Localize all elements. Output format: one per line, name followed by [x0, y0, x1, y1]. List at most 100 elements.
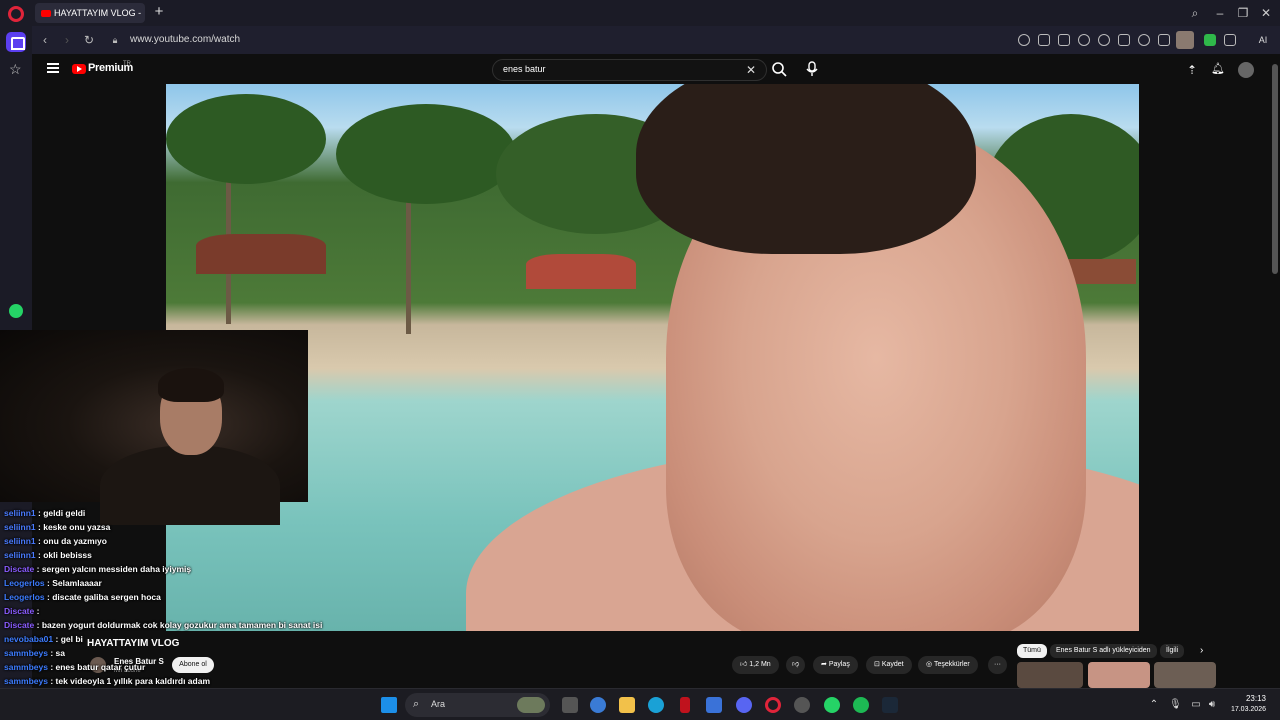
chat-username[interactable]: seliinn1	[4, 536, 36, 546]
chat-message: Discate :	[4, 606, 39, 616]
file-explorer-icon[interactable]	[619, 697, 635, 713]
chip-related[interactable]: İlgili	[1160, 644, 1185, 658]
spotify-icon[interactable]	[853, 697, 869, 713]
chat-username[interactable]: seliinn1	[4, 508, 36, 518]
task-view-icon[interactable]	[562, 697, 578, 713]
youtube-favicon-icon	[41, 10, 51, 18]
chat-username[interactable]: Discate	[4, 606, 34, 616]
edge-icon[interactable]	[648, 697, 664, 713]
forward-button[interactable]: ›	[58, 31, 76, 49]
whatsapp-icon[interactable]	[9, 304, 23, 318]
reload-icon[interactable]: ↻	[80, 31, 98, 49]
notifications-bell-icon[interactable]: 🔔︎	[1211, 62, 1225, 75]
home-icon[interactable]	[6, 32, 26, 52]
tray-chevron-icon[interactable]: ⌃	[1148, 699, 1160, 711]
opera-logo-icon[interactable]	[8, 6, 24, 22]
chat-text: sergen yalcın messiden daha iyiymiş	[41, 564, 192, 574]
steam-icon[interactable]	[882, 697, 898, 713]
discord-icon[interactable]	[736, 697, 752, 713]
account-avatar[interactable]	[1238, 62, 1254, 78]
search-button[interactable]	[770, 60, 790, 80]
heart-icon[interactable]	[1138, 34, 1150, 46]
dislike-button[interactable]: 👎︎	[786, 656, 806, 674]
chat-username[interactable]: seliinn1	[4, 522, 36, 532]
chat-text: bazen yogurt doldurmak cok kolay gozukur…	[41, 620, 323, 630]
clock-icon[interactable]	[1098, 34, 1110, 46]
chevron-right-icon[interactable]: ›	[1200, 645, 1203, 656]
microphone-icon[interactable]: 🎙︎	[1169, 699, 1182, 711]
share-button[interactable]: ➦ Paylaş	[813, 656, 858, 674]
edit-icon[interactable]	[1038, 34, 1050, 46]
thanks-button[interactable]: ◎ Teşekkürler	[918, 656, 978, 674]
chat-username[interactable]: Leogerlos	[4, 578, 45, 588]
mail-icon[interactable]	[706, 697, 722, 713]
taskbar-search-input[interactable]: ⌕ Ara	[405, 693, 550, 717]
tab-search-icon[interactable]: ⌕	[1185, 4, 1205, 22]
profile-avatar[interactable]	[1176, 31, 1194, 49]
hamburger-menu-icon[interactable]	[47, 63, 59, 73]
chat-username[interactable]: nevobaba01	[4, 634, 53, 644]
youtube-logo-icon[interactable]	[72, 64, 86, 74]
chat-separator: :	[47, 648, 56, 658]
maximize-button[interactable]: ❐	[1233, 4, 1253, 22]
settings-icon[interactable]	[794, 697, 810, 713]
shield-icon[interactable]	[1078, 34, 1090, 46]
camera-icon[interactable]	[1058, 34, 1070, 46]
chat-username[interactable]: seliinn1	[4, 550, 36, 560]
chat-message: Discate : sergen yalcın messiden daha iy…	[4, 564, 191, 574]
chip-from-uploader[interactable]: Enes Batur S adlı yükleyiciden	[1050, 644, 1157, 658]
chat-username[interactable]: Leogerlos	[4, 592, 45, 602]
zoom-icon[interactable]	[1018, 34, 1030, 46]
lock-icon: 🔒︎	[112, 35, 118, 45]
back-button[interactable]: ‹	[36, 31, 54, 49]
download-icon[interactable]	[1158, 34, 1170, 46]
chat-message: seliinn1 : geldi geldi	[4, 508, 85, 518]
copilot-icon[interactable]	[590, 697, 606, 713]
star-icon[interactable]: ☆	[9, 61, 22, 78]
search-icon	[772, 62, 787, 77]
video-player[interactable]	[166, 84, 1139, 631]
clear-search-icon[interactable]: ✕	[746, 63, 756, 77]
related-video-thumbnail[interactable]	[1017, 662, 1083, 688]
scrollbar-thumb[interactable]	[1272, 64, 1278, 274]
opera-icon[interactable]	[765, 697, 781, 713]
chat-separator: :	[34, 606, 40, 616]
voice-search-button[interactable]	[804, 60, 820, 78]
minimize-button[interactable]: –	[1210, 4, 1230, 22]
windows-start-icon[interactable]	[381, 697, 397, 713]
chat-username[interactable]: Discate	[4, 564, 34, 574]
clock-date[interactable]: 17.03.2026	[1219, 706, 1266, 713]
save-button[interactable]: ⊡ Kaydet	[866, 656, 912, 674]
whatsapp-icon[interactable]	[824, 697, 840, 713]
extensions-icon[interactable]	[1224, 34, 1236, 46]
chat-message: sammbeys : tek videoyla 1 yıllık para ka…	[4, 676, 210, 686]
chip-all[interactable]: Tümü	[1017, 644, 1047, 658]
play-icon[interactable]	[1118, 34, 1130, 46]
clock-time[interactable]: 23:13	[1226, 694, 1266, 703]
palm-foliage	[336, 104, 516, 204]
aria-ai-button[interactable]: AI	[1248, 32, 1278, 48]
tab-youtube[interactable]: HAYATTAYIM VLOG -	[35, 3, 145, 23]
app-icon[interactable]	[680, 697, 690, 713]
related-video-thumbnail[interactable]	[1088, 662, 1150, 688]
chat-username[interactable]: sammbeys	[4, 662, 48, 672]
chat-message: seliinn1 : keske onu yazsa	[4, 522, 110, 532]
upload-icon[interactable]: ⇡	[1187, 63, 1197, 77]
url-field[interactable]: www.youtube.com/watch	[130, 32, 990, 48]
search-input[interactable]: enes batur ✕	[492, 59, 767, 81]
chat-username[interactable]: sammbeys	[4, 648, 48, 658]
thumbs-up-icon: 👍︎	[740, 661, 750, 668]
new-tab-button[interactable]: +	[151, 4, 167, 20]
chat-username[interactable]: sammbeys	[4, 676, 48, 686]
close-button[interactable]: ✕	[1256, 4, 1276, 22]
search-query: enes batur	[503, 64, 546, 74]
like-button[interactable]: 👍︎ 1,2 Mn	[732, 656, 779, 674]
network-icon[interactable]: ▭	[1190, 699, 1202, 711]
page-scrollbar[interactable]	[1270, 54, 1280, 688]
related-video-thumbnail[interactable]	[1154, 662, 1216, 688]
vpn-icon[interactable]	[1204, 34, 1216, 46]
volume-icon[interactable]: 🔊︎	[1206, 699, 1218, 711]
chat-username[interactable]: Discate	[4, 620, 34, 630]
thumbs-down-icon: 👎︎	[792, 661, 800, 668]
more-actions-button[interactable]: ···	[988, 656, 1007, 674]
